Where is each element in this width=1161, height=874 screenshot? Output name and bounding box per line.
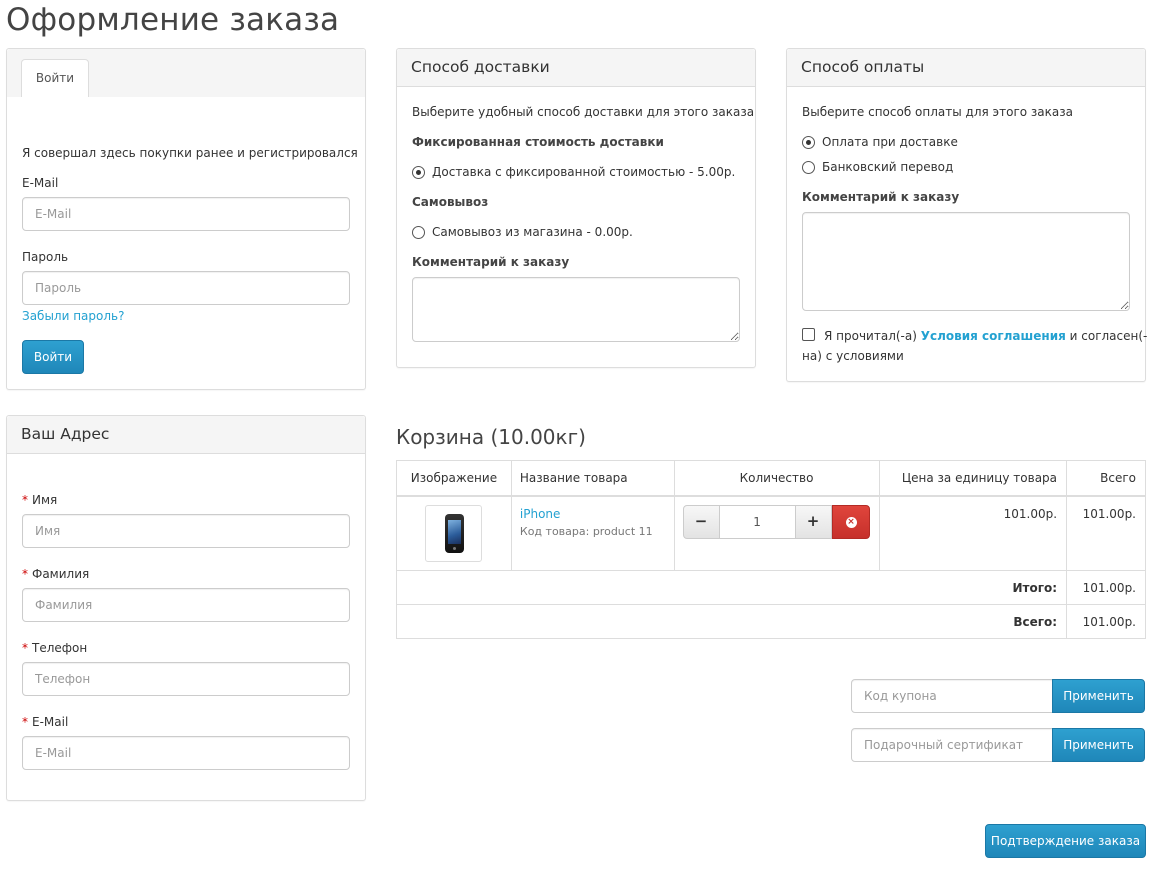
payment-cod-radio[interactable] [802, 136, 815, 149]
qty-increase-button[interactable]: + [794, 504, 832, 539]
payment-panel: Способ оплаты Выберите способ оплаты для… [786, 48, 1147, 382]
terms-link[interactable]: Условия соглашения [921, 329, 1066, 343]
col-unit-price: Цена за единицу товара [878, 460, 1068, 497]
address-email-input[interactable] [22, 736, 350, 770]
subtotal-row: Итого: 101.00р. [395, 570, 1146, 605]
last-name-input[interactable] [22, 588, 350, 622]
product-thumbnail[interactable] [425, 504, 483, 562]
subtotal-value: 101.00р. [1066, 570, 1146, 605]
delivery-intro: Выберите удобный способ доставки для это… [412, 105, 755, 119]
address-panel-title: Ваш Адрес [7, 416, 365, 454]
payment-bank-label[interactable]: Банковский перевод [822, 160, 953, 174]
col-image: Изображение [396, 460, 512, 497]
item-total-cell: 101.00р. [1066, 495, 1146, 571]
login-tab-strip: Войти [7, 49, 365, 97]
delivery-fixed-radio[interactable] [412, 166, 425, 179]
delivery-comment-textarea[interactable] [412, 277, 740, 342]
unit-price-cell: 101.00р. [878, 495, 1068, 571]
delivery-panel: Способ доставки Выберите удобный способ … [396, 48, 756, 368]
last-name-label: * Фамилия [22, 567, 90, 581]
subtotal-label: Итого: [395, 570, 1068, 605]
password-label: Пароль [22, 250, 69, 264]
tab-login[interactable]: Войти [21, 59, 89, 97]
product-link[interactable]: iPhone [520, 507, 561, 521]
agree-checkbox[interactable] [802, 328, 815, 341]
total-label: Всего: [395, 604, 1068, 639]
voucher-input[interactable] [851, 728, 1053, 762]
forgot-password-link[interactable]: Забыли пароль? [22, 309, 124, 323]
phone-label: * Телефон [22, 641, 88, 655]
payment-cod-label[interactable]: Оплата при доставке [822, 135, 958, 149]
payment-comment-label: Комментарий к заказу [802, 190, 960, 204]
address-email-label: * E-Mail [22, 715, 69, 729]
remove-icon: × [845, 516, 857, 528]
payment-intro: Выберите способ оплаты для этого заказа [802, 105, 1073, 119]
payment-panel-title: Способ оплаты [787, 49, 1145, 87]
login-password-input[interactable] [22, 271, 350, 305]
login-button[interactable]: Войти [22, 340, 84, 374]
address-panel: Ваш Адрес *Имя *Фамилия *Телефон *E-Mail [6, 415, 366, 801]
total-row: Всего: 101.00р. [395, 604, 1146, 639]
agree-suffix: и согласен(- [1069, 329, 1148, 343]
delivery-pickup-radio[interactable] [412, 226, 425, 239]
qty-decrease-button[interactable]: − [682, 504, 720, 539]
iphone-image [445, 513, 465, 553]
delivery-pickup-label[interactable]: Самовывоз из магазина - 0.00р. [432, 225, 633, 239]
login-email-input[interactable] [22, 197, 350, 231]
quantity-input[interactable]: 1 [718, 504, 796, 539]
delivery-group-fixed: Фиксированная стоимость доставки [412, 135, 664, 149]
delivery-fixed-label[interactable]: Доставка с фиксированной стоимостью - 5.… [432, 165, 735, 179]
product-code: Код товара: product 11 [519, 524, 653, 538]
delivery-comment-label: Комментарий к заказу [412, 255, 570, 269]
col-name: Название товара [510, 460, 675, 497]
product-image-cell [396, 495, 512, 571]
cart-title: Корзина (10.00кг) [396, 425, 586, 449]
cart-table: Изображение Название товара Количество Ц… [395, 460, 1146, 639]
phone-input[interactable] [22, 662, 350, 696]
email-label: E-Mail [22, 176, 59, 190]
payment-comment-textarea[interactable] [802, 212, 1130, 311]
confirm-order-button[interactable]: Подтверждение заказа [985, 824, 1146, 858]
delivery-panel-title: Способ доставки [397, 49, 755, 87]
quantity-stepper: − 1 + × [682, 504, 871, 539]
col-quantity: Количество [673, 460, 880, 497]
table-row: iPhone Код товара: product 11 − 1 + × 10… [396, 495, 1146, 571]
payment-bank-radio[interactable] [802, 161, 815, 174]
agree-text-line2: на) с условиями [802, 349, 904, 363]
login-intro: Я совершал здесь покупки ранее и регистр… [22, 146, 358, 160]
apply-coupon-button[interactable]: Применить [1052, 679, 1145, 713]
total-value: 101.00р. [1066, 604, 1146, 639]
first-name-input[interactable] [22, 514, 350, 548]
apply-voucher-button[interactable]: Применить [1052, 728, 1145, 762]
remove-item-button[interactable]: × [831, 504, 870, 539]
page-title: Оформление заказа [6, 2, 340, 38]
first-name-label: * Имя [22, 493, 58, 507]
quantity-cell: − 1 + × [673, 495, 880, 571]
agree-prefix: Я прочитал(-а) [824, 329, 917, 343]
product-name-cell: iPhone Код товара: product 11 [510, 495, 675, 571]
coupon-input[interactable] [851, 679, 1053, 713]
col-total: Всего [1066, 460, 1146, 497]
login-panel: Войти Я совершал здесь покупки ранее и р… [6, 48, 366, 390]
agree-text: Я прочитал(-а) Условия соглашения и согл… [824, 329, 1147, 343]
cart-header-row: Изображение Название товара Количество Ц… [396, 460, 1146, 497]
delivery-group-pickup: Самовывоз [412, 195, 489, 209]
